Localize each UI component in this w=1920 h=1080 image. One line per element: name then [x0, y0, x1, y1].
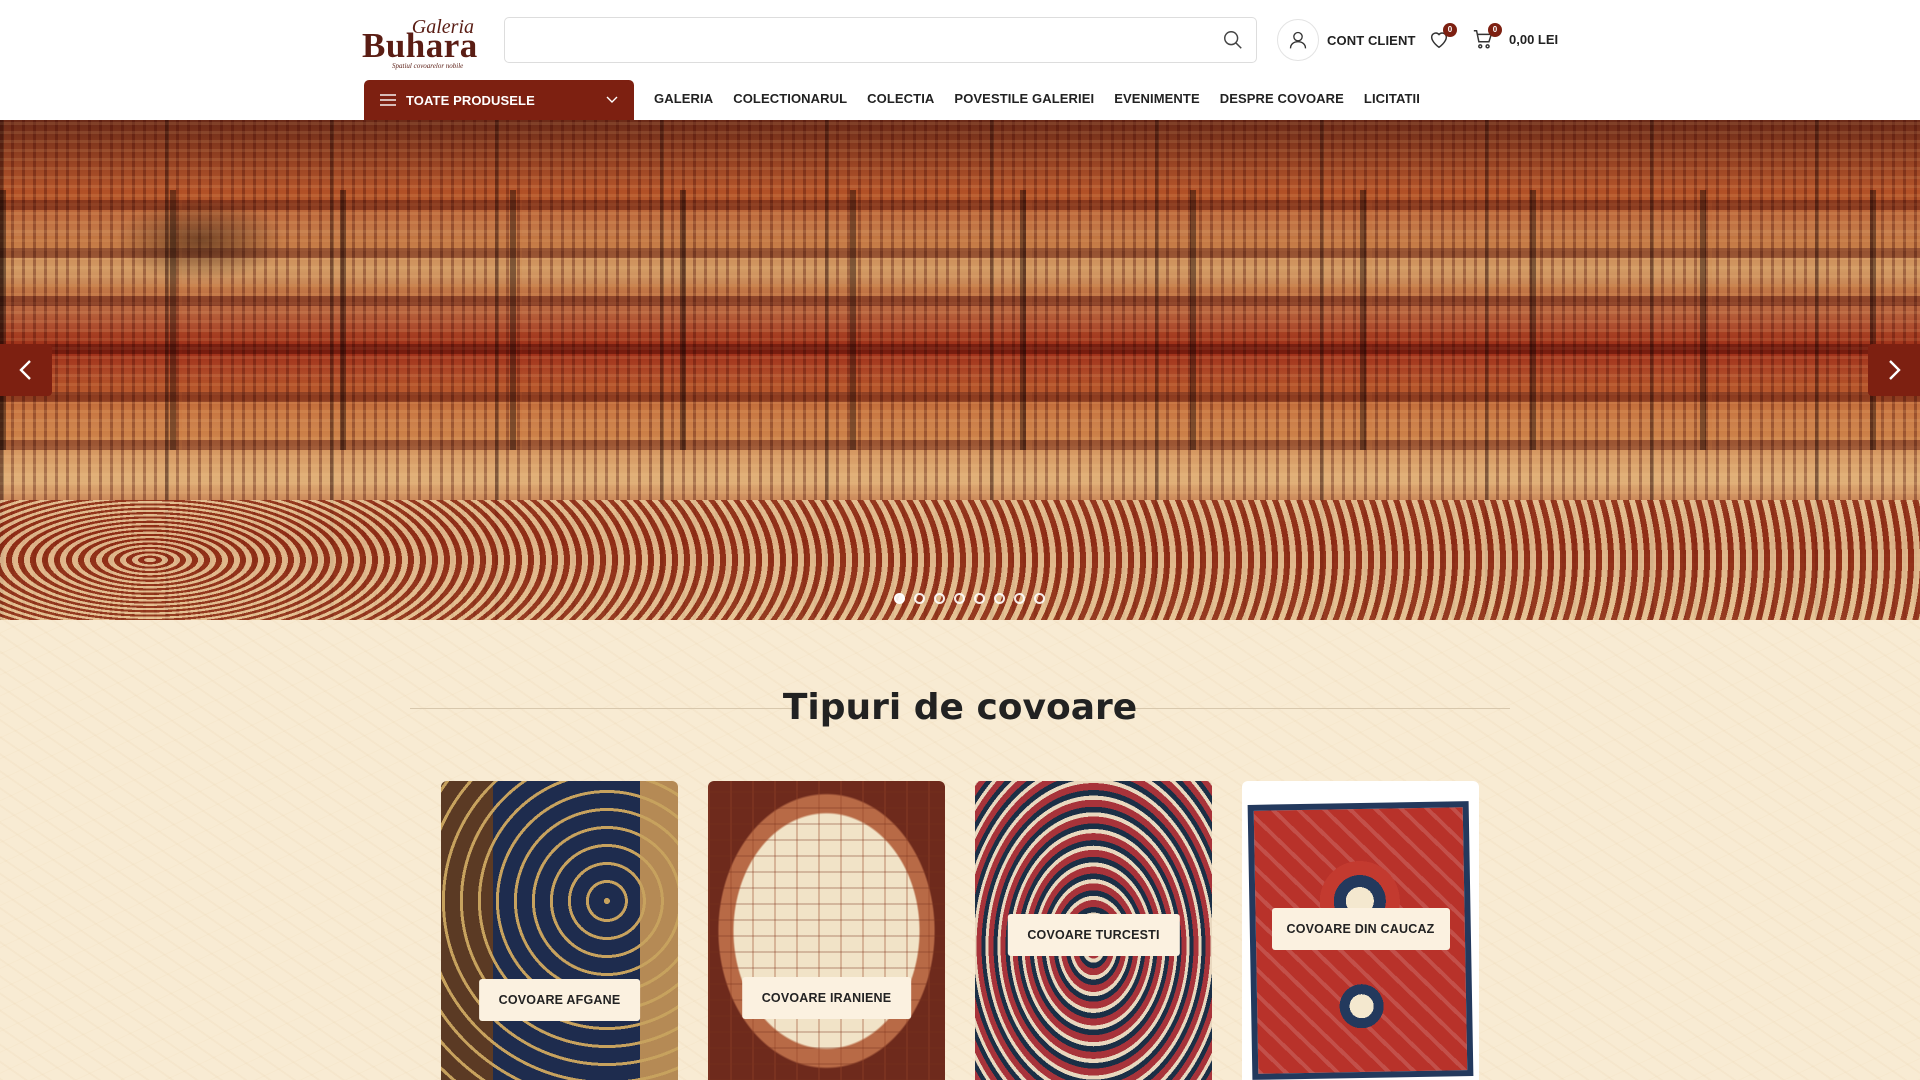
slider-dot[interactable] [1014, 593, 1025, 604]
chevron-right-icon [1889, 360, 1901, 380]
hero-image-rolled-carpets [0, 190, 1920, 450]
slider-dot[interactable] [1034, 593, 1045, 604]
category-card-turkish[interactable]: COVOARE TURCESTI [975, 781, 1212, 1080]
chevron-left-icon [19, 360, 31, 380]
section-heading: Tipuri de covoare [410, 684, 1510, 732]
slider-dot[interactable] [994, 593, 1005, 604]
slider-dot[interactable] [974, 593, 985, 604]
iranian-carpet-image [708, 781, 945, 1080]
account-link[interactable]: CONT CLIENT [1277, 19, 1415, 61]
menu-icon [380, 94, 396, 106]
user-icon [1289, 31, 1307, 49]
hero-slider [0, 120, 1920, 620]
chevron-down-icon [606, 96, 618, 103]
section-title: Tipuri de covoare [782, 687, 1138, 728]
nav-item-licitatii[interactable]: LICITATII [1364, 88, 1420, 110]
logo-name: Buhara [362, 26, 478, 65]
cart-button[interactable]: 0 [1472, 23, 1502, 52]
search-icon[interactable] [1222, 29, 1244, 51]
slider-next-button[interactable] [1868, 344, 1920, 396]
slider-dot[interactable] [934, 593, 945, 604]
slider-dot[interactable] [954, 593, 965, 604]
afghan-carpet-image [441, 781, 678, 1080]
slider-prev-button[interactable] [0, 344, 52, 396]
brand-logo[interactable]: Galeria Buhara Spatiul covoarelor nobile [362, 16, 478, 70]
category-label[interactable]: COVOARE AFGANE [478, 979, 641, 1021]
nav-item-despre-covoare[interactable]: DESPRE COVOARE [1220, 88, 1344, 110]
account-label: CONT CLIENT [1327, 32, 1416, 48]
account-avatar [1277, 19, 1319, 61]
category-label[interactable]: COVOARE IRANIENE [741, 977, 912, 1019]
category-label[interactable]: COVOARE DIN CAUCAZ [1271, 908, 1450, 950]
wishlist-count-badge: 0 [1443, 23, 1457, 37]
category-card-caucasus[interactable]: COVOARE DIN CAUCAZ [1242, 781, 1479, 1080]
all-products-dropdown[interactable]: TOATE PRODUSELE [364, 80, 634, 120]
nav-item-colectia[interactable]: COLECTIA [867, 88, 934, 110]
category-label[interactable]: COVOARE TURCESTI [1007, 914, 1180, 956]
nav-item-colectionarul[interactable]: COLECTIONARUL [733, 88, 847, 110]
wishlist-button[interactable]: 0 [1428, 23, 1457, 52]
nav-item-evenimente[interactable]: EVENIMENTE [1114, 88, 1200, 110]
category-card-afghan[interactable]: COVOARE AFGANE [441, 781, 678, 1080]
slider-pagination [894, 593, 1054, 604]
nav-item-galeria[interactable]: GALERIA [654, 88, 713, 110]
cart-total[interactable]: 0,00 LEI [1509, 32, 1558, 47]
category-card-iranian[interactable]: COVOARE IRANIENE [708, 781, 945, 1080]
search-box [504, 17, 1257, 63]
site-header: Galeria Buhara Spatiul covoarelor nobile… [0, 0, 1920, 120]
slider-dot[interactable] [914, 593, 925, 604]
all-products-label: TOATE PRODUSELE [406, 92, 535, 108]
search-input[interactable] [505, 18, 1195, 62]
carpet-types-section: Tipuri de covoare COVOARE AFGANE COVOARE… [0, 620, 1920, 1080]
logo-tagline: Spatiul covoarelor nobile [392, 62, 464, 70]
cart-count-badge: 0 [1488, 23, 1502, 37]
main-nav: GALERIA COLECTIONARUL COLECTIA POVESTILE… [654, 88, 1440, 110]
slider-dot[interactable] [894, 593, 905, 604]
nav-item-povestile-galeriei[interactable]: POVESTILE GALERIEI [954, 88, 1094, 110]
